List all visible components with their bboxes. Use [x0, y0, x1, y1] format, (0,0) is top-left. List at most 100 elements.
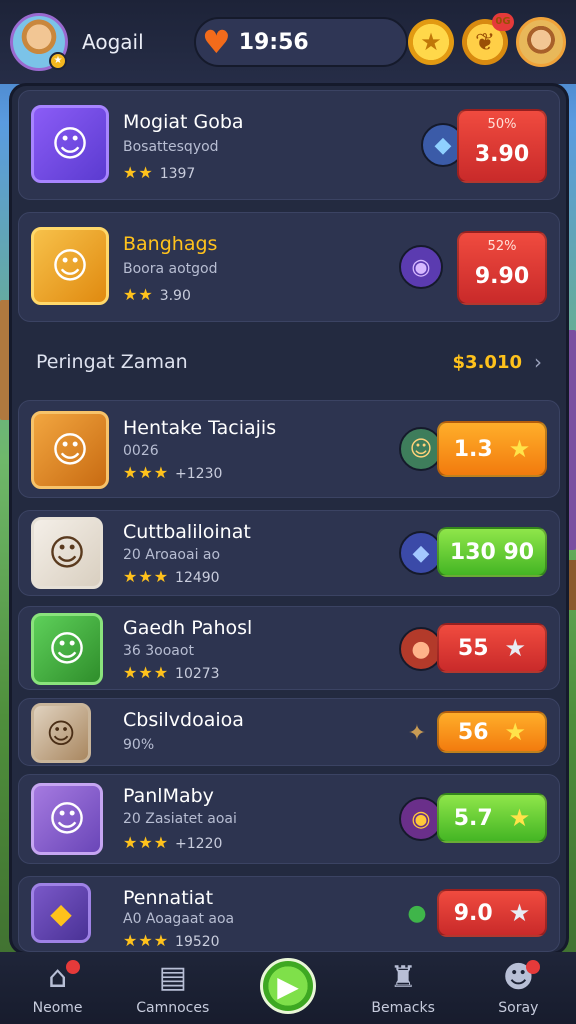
resources-icon: ✦ [407, 720, 427, 746]
price-button[interactable]: 5.7 ★ [437, 793, 547, 843]
offer-title: Gaedh Pahosl [123, 617, 253, 639]
offer-title: Cuttbaliloinat [123, 521, 251, 543]
nav-label: Soray [498, 1000, 539, 1016]
price-value: 3.90 [474, 141, 530, 167]
offer-subtitle: Bosattesqyod [123, 139, 219, 155]
offer-subtitle: 20 Aroaoai ao [123, 547, 221, 563]
price-button[interactable]: 9.0 ★ [437, 889, 547, 937]
berries-icon: ● [407, 900, 427, 926]
rating-value: 3.90 [159, 288, 191, 304]
item-portrait: ◆ [31, 883, 91, 943]
price-button[interactable]: 56 ★ [437, 711, 547, 753]
star-icon: ★ [504, 634, 527, 662]
price-value: 55 [457, 635, 489, 661]
offer-subtitle: 0026 [123, 443, 159, 459]
offer-card[interactable]: ◆ Pennatiat A0 Aoagaat aoa ★★★ 19520 ● 9.… [18, 876, 560, 952]
price-value: 56 [457, 719, 489, 745]
offer-card[interactable]: ☺ Hentake Taciajis 0026 ★★★ +1230 ☺ 1.3 ★ [18, 400, 560, 498]
rating-value: 19520 [175, 934, 220, 950]
star-rating: ★★★ 19520 [123, 931, 220, 950]
orb-icon: ◉ [399, 245, 443, 289]
nav-home[interactable]: ⌂ Neome [8, 952, 108, 1024]
hero-portrait: ☺ [31, 105, 109, 183]
price-button[interactable]: 50% 3.90 [457, 109, 547, 183]
section-value: $3.010 [452, 351, 522, 373]
nav-play[interactable]: ▶ [238, 952, 338, 1024]
heart-icon: ♥ [202, 23, 231, 61]
gift-notification-badge: 0G [492, 13, 514, 31]
offer-subtitle: 90% [123, 737, 155, 753]
price-value: 9.0 [453, 900, 493, 926]
chest-icon: ▤ [158, 960, 187, 995]
hero-portrait: ☺ [31, 703, 91, 763]
player-avatar[interactable]: ★ [10, 13, 68, 71]
nav-games[interactable]: ▤ Camnoces [123, 952, 223, 1024]
offer-title: PanlMaby [123, 785, 214, 807]
price-value: 9.90 [474, 263, 530, 289]
nav-rewards[interactable]: ♜ Bemacks [353, 952, 453, 1024]
gift-icon: ❦ [474, 28, 496, 56]
offer-subtitle: 36 3ooaot [123, 643, 194, 659]
nav-label: Neome [32, 1000, 83, 1016]
rating-value: 12490 [175, 570, 220, 586]
star-rating: ★★★ +1230 [123, 463, 223, 482]
star-rating: ★★ 1397 [123, 163, 196, 182]
chevron-right-icon: › [534, 350, 542, 374]
notification-dot [65, 960, 80, 974]
offer-title: Hentake Taciajis [123, 417, 277, 439]
nav-label: Camnoces [136, 1000, 210, 1016]
rating-value: +1220 [175, 836, 223, 852]
offer-title: Mogiat Goba [123, 111, 244, 133]
section-title: Peringat Zaman [36, 351, 188, 373]
star-rating: ★★★ 10273 [123, 663, 220, 682]
profile-icon: ☻ [502, 960, 534, 995]
offer-title: Cbsilvdoaioa [123, 709, 244, 731]
profile-avatar[interactable] [516, 17, 566, 67]
bottom-navigation: ⌂ Neome ▤ Camnoces ▶ ♜ Bemacks ☻ Soray [0, 952, 576, 1024]
rating-value: 1397 [159, 166, 196, 182]
hero-portrait: ☺ [31, 227, 109, 305]
offer-card[interactable]: ☺ Cbsilvdoaioa 90% ✦ 56 ★ [18, 698, 560, 766]
nav-social[interactable]: ☻ Soray [468, 952, 568, 1024]
gift-button[interactable]: ❦ 0G [462, 13, 514, 65]
rating-value: 10273 [175, 666, 220, 682]
hero-portrait: ☺ [31, 411, 109, 489]
price-button[interactable]: 130 90 [437, 527, 547, 577]
offer-card[interactable]: ☺ Banghags Boora aotgod ★★ 3.90 ◉ 52% 9.9… [18, 212, 560, 322]
price-value: 130 90 [449, 539, 535, 565]
offer-card[interactable]: ☺ PanlMaby 20 Zasiatet aoai ★★★ +1220 ◉ 5… [18, 774, 560, 864]
player-name: Aogail [82, 30, 144, 54]
price-button[interactable]: 1.3 ★ [437, 421, 547, 477]
offer-subtitle: 20 Zasiatet aoai [123, 811, 237, 827]
hero-portrait: ☺ [31, 613, 103, 685]
star-rating: ★★★ 12490 [123, 567, 220, 586]
discount-label: 50% [487, 117, 517, 132]
star-rating: ★★ 3.90 [123, 285, 191, 304]
price-button[interactable]: 55 ★ [437, 623, 547, 673]
energy-timer[interactable]: ♥ 19:56 [194, 17, 408, 67]
star-icon: ★ [504, 718, 527, 746]
star-button[interactable]: ★ [408, 19, 454, 65]
price-value: 1.3 [453, 436, 493, 462]
price-value: 5.7 [453, 805, 493, 831]
top-icons: ★ ❦ 0G [408, 13, 566, 67]
star-rating: ★★★ +1220 [123, 833, 223, 852]
hero-portrait: ☺ [31, 517, 103, 589]
level-badge: ★ [49, 52, 67, 70]
offer-title: Pennatiat [123, 887, 214, 909]
nav-label: Bemacks [371, 1000, 435, 1016]
offer-card[interactable]: ☺ Cuttbaliloinat 20 Aroaoai ao ★★★ 12490 … [18, 510, 560, 596]
offer-card[interactable]: ☺ Mogiat Goba Bosattesqyod ★★ 1397 ◆ 50% … [18, 90, 560, 200]
offer-list-panel: ☺ Mogiat Goba Bosattesqyod ★★ 1397 ◆ 50% … [12, 86, 566, 952]
star-icon: ★ [508, 804, 531, 832]
play-button[interactable]: ▶ [259, 958, 316, 1014]
hero-portrait: ☺ [31, 783, 103, 855]
star-icon: ★ [508, 899, 531, 927]
star-icon: ★ [508, 435, 531, 463]
section-header[interactable]: Peringat Zaman $3.010 › [18, 336, 560, 388]
offer-title: Banghags [123, 233, 218, 255]
play-icon: ▶ [277, 969, 299, 1003]
offer-card[interactable]: ☺ Gaedh Pahosl 36 3ooaot ★★★ 10273 ● 55 ★ [18, 606, 560, 690]
rating-value: +1230 [175, 466, 223, 482]
price-button[interactable]: 52% 9.90 [457, 231, 547, 305]
